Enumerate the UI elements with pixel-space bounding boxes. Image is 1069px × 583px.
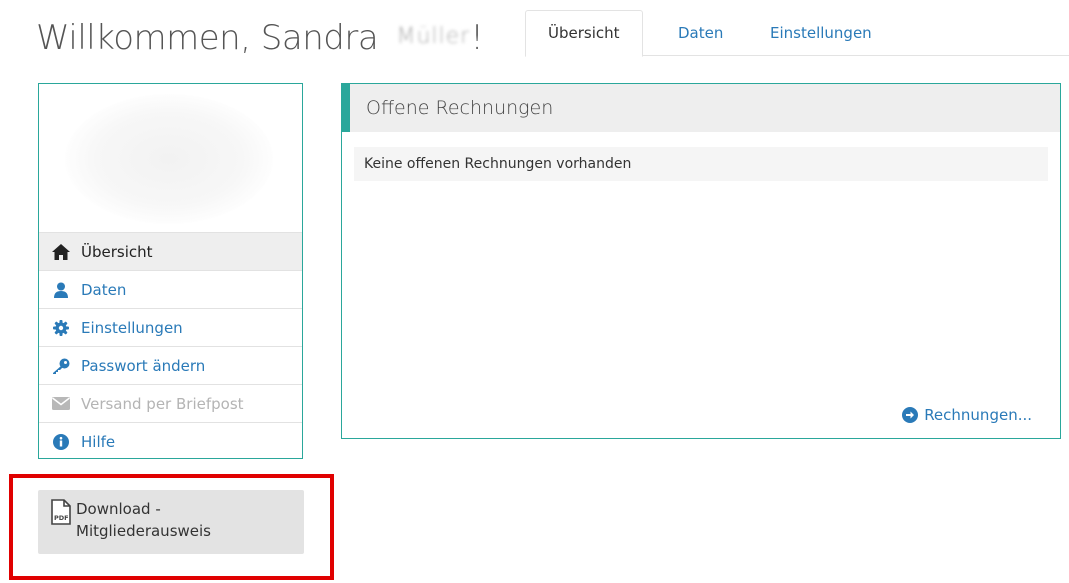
sidebar-item-daten[interactable]: Daten: [39, 270, 302, 308]
sidebar-item-label: Passwort ändern: [81, 356, 206, 375]
sidebar-item-label: Übersicht: [81, 242, 153, 261]
tab-daten[interactable]: Daten: [656, 10, 745, 56]
home-icon: [51, 243, 71, 261]
sidebar-item-briefpost: Versand per Briefpost: [39, 384, 302, 422]
open-invoices-panel: Offene Rechnungen Keine offenen Rechnung…: [341, 83, 1061, 439]
arrow-circle-right-icon: [902, 407, 919, 423]
sidebar-menu: Übersicht Daten Einstellungen Passwort ä…: [39, 232, 302, 460]
sidebar-item-uebersicht[interactable]: Übersicht: [39, 232, 302, 270]
sidebar-item-passwort[interactable]: Passwort ändern: [39, 346, 302, 384]
greeting-text: Willkommen, Sandra: [36, 18, 379, 58]
pdf-file-icon: PDF: [50, 499, 72, 525]
top-tabs: Übersicht Daten Einstellungen: [525, 10, 1069, 57]
envelope-icon: [51, 395, 71, 413]
gear-icon: [51, 319, 71, 337]
tab-einstellungen[interactable]: Einstellungen: [748, 10, 894, 56]
user-icon: [51, 281, 71, 299]
panel-title: Offene Rechnungen: [366, 97, 554, 119]
sidebar-item-label: Versand per Briefpost: [81, 394, 244, 413]
sidebar-item-hilfe[interactable]: Hilfe: [39, 422, 302, 460]
key-icon: [51, 357, 71, 375]
info-icon: [51, 433, 71, 451]
avatar: [65, 94, 273, 224]
invoices-link[interactable]: Rechnungen...: [902, 406, 1032, 424]
svg-text:PDF: PDF: [54, 514, 69, 522]
panel-header: Offene Rechnungen: [342, 84, 1060, 132]
redacted-surname: Müller: [396, 24, 471, 49]
greeting-exclamation: !: [470, 18, 484, 58]
download-label: Download - Mitgliederausweis: [76, 500, 211, 540]
tab-uebersicht[interactable]: Übersicht: [525, 10, 643, 57]
page-title: Willkommen, Sandra Müller!: [36, 18, 484, 58]
sidebar-item-label: Daten: [81, 280, 127, 299]
sidebar-item-label: Hilfe: [81, 432, 116, 451]
sidebar-item-einstellungen[interactable]: Einstellungen: [39, 308, 302, 346]
invoices-link-label: Rechnungen...: [924, 406, 1032, 424]
download-membership-card-button[interactable]: PDF Download - Mitgliederausweis: [38, 490, 304, 554]
profile-sidebar: Übersicht Daten Einstellungen Passwort ä…: [38, 83, 303, 459]
empty-invoices-message: Keine offenen Rechnungen vorhanden: [354, 147, 1048, 181]
sidebar-item-label: Einstellungen: [81, 318, 183, 337]
